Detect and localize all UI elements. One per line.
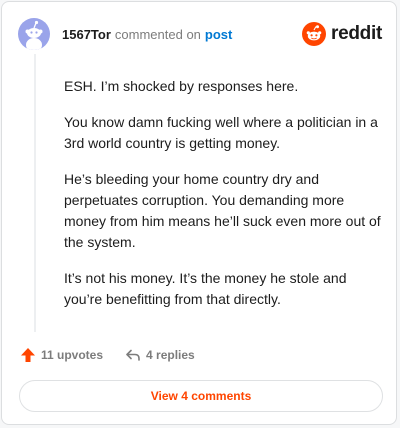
upvote-arrow-icon xyxy=(21,348,35,362)
comment-paragraph: He’s bleeding your home country dry and … xyxy=(64,171,381,250)
comment-header: 1567Tor commented on post xyxy=(18,16,232,52)
view-comments-button[interactable]: View 4 comments xyxy=(19,380,383,412)
user-avatar[interactable] xyxy=(18,18,50,50)
comment-paragraph: You know damn fucking well where a polit… xyxy=(64,114,378,151)
commented-on-text: commented on xyxy=(114,26,201,42)
reddit-wordmark: reddit xyxy=(331,23,382,44)
comment-card: 1567Tor commented on post reddit ESH. I’… xyxy=(1,1,397,425)
reply-arrow-icon xyxy=(126,349,140,361)
comment-paragraph: It’s not his money. It’s the money he st… xyxy=(64,270,347,307)
comment-paragraph: ESH. I’m shocked by responses here. xyxy=(64,78,299,94)
replies-button[interactable]: 4 replies xyxy=(125,347,195,363)
upvote-button[interactable]: 11 upvotes xyxy=(20,347,103,363)
comment-author[interactable]: 1567Tor xyxy=(62,27,111,42)
post-link[interactable]: post xyxy=(205,27,232,42)
reddit-logo[interactable]: reddit xyxy=(302,22,382,46)
upvotes-count: 11 upvotes xyxy=(41,348,104,362)
snoo-avatar-icon xyxy=(25,20,43,50)
thread-line[interactable] xyxy=(34,54,36,332)
comment-body: ESH. I’m shocked by responses here. You … xyxy=(64,76,382,325)
replies-count: 4 replies xyxy=(146,348,195,362)
reddit-snoo-icon xyxy=(302,22,327,46)
comment-actions: 11 upvotes 4 replies xyxy=(20,347,195,363)
